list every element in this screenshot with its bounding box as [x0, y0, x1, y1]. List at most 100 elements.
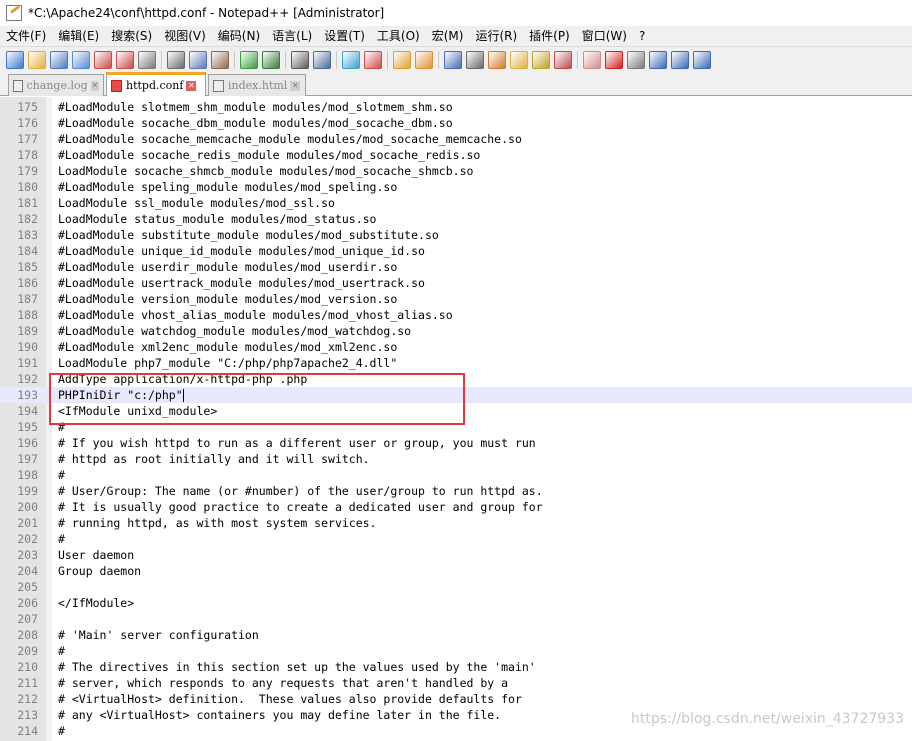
line-text[interactable]: # [58, 467, 65, 483]
line-text[interactable]: # <VirtualHost> definition. These values… [58, 691, 522, 707]
line-text[interactable]: #LoadModule speling_module modules/mod_s… [58, 179, 397, 195]
code-line[interactable]: 202 # [0, 531, 912, 547]
line-text[interactable]: Group daemon [58, 563, 141, 579]
code-line[interactable]: 188 #LoadModule vhost_alias_module module… [0, 307, 912, 323]
code-line[interactable]: 211 # server, which responds to any reque… [0, 675, 912, 691]
code-line[interactable]: 184 #LoadModule unique_id_module modules/… [0, 243, 912, 259]
code-line[interactable]: 179 LoadModule socache_shmcb_module modul… [0, 163, 912, 179]
line-text[interactable]: # User/Group: The name (or #number) of t… [58, 483, 543, 499]
line-text[interactable]: #LoadModule usertrack_module modules/mod… [58, 275, 425, 291]
line-text[interactable]: # httpd as root initially and it will sw… [58, 451, 370, 467]
line-text[interactable]: # If you wish httpd to run as a differen… [58, 435, 536, 451]
code-line[interactable]: 180 #LoadModule speling_module modules/mo… [0, 179, 912, 195]
line-text[interactable]: # server, which responds to any requests… [58, 675, 508, 691]
code-line[interactable]: 196 # If you wish httpd to run as a diffe… [0, 435, 912, 451]
code-line[interactable]: 191 LoadModule php7_module "C:/php/php7ap… [0, 355, 912, 371]
cut-icon[interactable] [167, 50, 185, 69]
code-line[interactable]: 198 # [0, 467, 912, 483]
replace-icon[interactable] [313, 50, 331, 69]
undo-icon[interactable] [240, 50, 258, 69]
redo-icon[interactable] [262, 50, 280, 69]
save-macro-icon[interactable] [693, 50, 711, 69]
line-text[interactable]: # 'Main' server configuration [58, 627, 259, 643]
menu-item[interactable]: 语言(L) [266, 26, 318, 46]
code-line[interactable]: 200 # It is usually good practice to crea… [0, 499, 912, 515]
word-wrap-icon[interactable] [444, 50, 462, 69]
menu-item[interactable]: 文件(F) [0, 26, 52, 46]
line-text[interactable]: # [58, 723, 65, 739]
line-text[interactable]: # It is usually good practice to create … [58, 499, 543, 515]
code-line[interactable]: 199 # User/Group: The name (or #number) o… [0, 483, 912, 499]
sync-v-icon[interactable] [393, 50, 411, 69]
code-line[interactable]: 187 #LoadModule version_module modules/mo… [0, 291, 912, 307]
line-text[interactable]: #LoadModule userdir_module modules/mod_u… [58, 259, 397, 275]
find-icon[interactable] [291, 50, 309, 69]
menu-item[interactable]: 编辑(E) [52, 26, 105, 46]
code-line[interactable]: 175 #LoadModule slotmem_shm_module module… [0, 99, 912, 115]
line-text[interactable]: #LoadModule watchdog_module modules/mod_… [58, 323, 411, 339]
code-line[interactable]: 189 #LoadModule watchdog_module modules/m… [0, 323, 912, 339]
line-text[interactable]: #LoadModule substitute_module modules/mo… [58, 227, 439, 243]
run-macro-multiple-icon[interactable] [671, 50, 689, 69]
code-line[interactable]: 209 # [0, 643, 912, 659]
text-editor[interactable]: 175 #LoadModule slotmem_shm_module module… [0, 97, 912, 741]
close-tab-icon[interactable]: ✕ [186, 80, 197, 91]
tab-index-html[interactable]: index.html ✕ [208, 74, 306, 96]
line-text[interactable]: #LoadModule version_module modules/mod_v… [58, 291, 397, 307]
line-text[interactable]: #LoadModule xml2enc_module modules/mod_x… [58, 339, 397, 355]
tab-change-log[interactable]: change.log ✕ [8, 74, 104, 96]
monitor-icon[interactable] [583, 50, 601, 69]
line-text[interactable]: #LoadModule vhost_alias_module modules/m… [58, 307, 453, 323]
line-text[interactable]: </IfModule> [58, 595, 134, 611]
code-line[interactable]: 183 #LoadModule substitute_module modules… [0, 227, 912, 243]
close-tab-icon[interactable]: ✕ [90, 80, 99, 91]
stop-macro-icon[interactable] [627, 50, 645, 69]
code-line[interactable]: 210 # The directives in this section set … [0, 659, 912, 675]
menu-item[interactable]: 视图(V) [158, 26, 212, 46]
line-text[interactable]: #LoadModule slotmem_shm_module modules/m… [58, 99, 453, 115]
line-text[interactable]: LoadModule socache_shmcb_module modules/… [58, 163, 473, 179]
line-text[interactable]: #LoadModule unique_id_module modules/mod… [58, 243, 425, 259]
save-icon[interactable] [50, 50, 68, 69]
line-text[interactable]: LoadModule status_module modules/mod_sta… [58, 211, 377, 227]
save-all-icon[interactable] [72, 50, 90, 69]
menu-item[interactable]: 设置(T) [318, 26, 371, 46]
code-line[interactable]: 178 #LoadModule socache_redis_module modu… [0, 147, 912, 163]
code-line[interactable]: 212 # <VirtualHost> definition. These val… [0, 691, 912, 707]
close-tab-icon[interactable]: ✕ [290, 80, 301, 91]
code-line[interactable]: 185 #LoadModule userdir_module modules/mo… [0, 259, 912, 275]
indent-guide-icon[interactable] [488, 50, 506, 69]
line-text[interactable]: # [58, 643, 65, 659]
code-line[interactable]: 203 User daemon [0, 547, 912, 563]
code-line[interactable]: 182 LoadModule status_module modules/mod_… [0, 211, 912, 227]
sync-h-icon[interactable] [415, 50, 433, 69]
menu-item[interactable]: 运行(R) [469, 26, 523, 46]
code-line[interactable]: 201 # running httpd, as with most system … [0, 515, 912, 531]
new-file-icon[interactable] [6, 50, 24, 69]
code-line[interactable]: 208 # 'Main' server configuration [0, 627, 912, 643]
line-text[interactable]: LoadModule php7_module "C:/php/php7apach… [58, 355, 397, 371]
menu-item[interactable]: 窗口(W) [576, 26, 633, 46]
code-line[interactable]: 197 # httpd as root initially and it will… [0, 451, 912, 467]
record-macro-icon[interactable] [605, 50, 623, 69]
code-line[interactable]: 204 Group daemon [0, 563, 912, 579]
menu-item[interactable]: 插件(P) [523, 26, 576, 46]
doc-map-icon[interactable] [510, 50, 528, 69]
menu-item[interactable]: 工具(O) [371, 26, 426, 46]
line-text[interactable]: # any <VirtualHost> containers you may d… [58, 707, 501, 723]
line-text[interactable]: #LoadModule socache_redis_module modules… [58, 147, 480, 163]
code-line[interactable]: 206 </IfModule> [0, 595, 912, 611]
code-line[interactable]: 177 #LoadModule socache_memcache_module m… [0, 131, 912, 147]
menu-item[interactable]: ? [633, 26, 651, 46]
line-text[interactable]: LoadModule ssl_module modules/mod_ssl.so [58, 195, 335, 211]
close-icon[interactable] [94, 50, 112, 69]
line-text[interactable]: # running httpd, as with most system ser… [58, 515, 377, 531]
code-line[interactable]: 186 #LoadModule usertrack_module modules/… [0, 275, 912, 291]
zoom-out-icon[interactable] [364, 50, 382, 69]
menu-item[interactable]: 搜索(S) [105, 26, 158, 46]
folder-workspace-icon[interactable] [554, 50, 572, 69]
line-text[interactable]: # [58, 531, 65, 547]
code-line[interactable]: 190 #LoadModule xml2enc_module modules/mo… [0, 339, 912, 355]
paste-icon[interactable] [211, 50, 229, 69]
line-text[interactable]: #LoadModule socache_memcache_module modu… [58, 131, 522, 147]
